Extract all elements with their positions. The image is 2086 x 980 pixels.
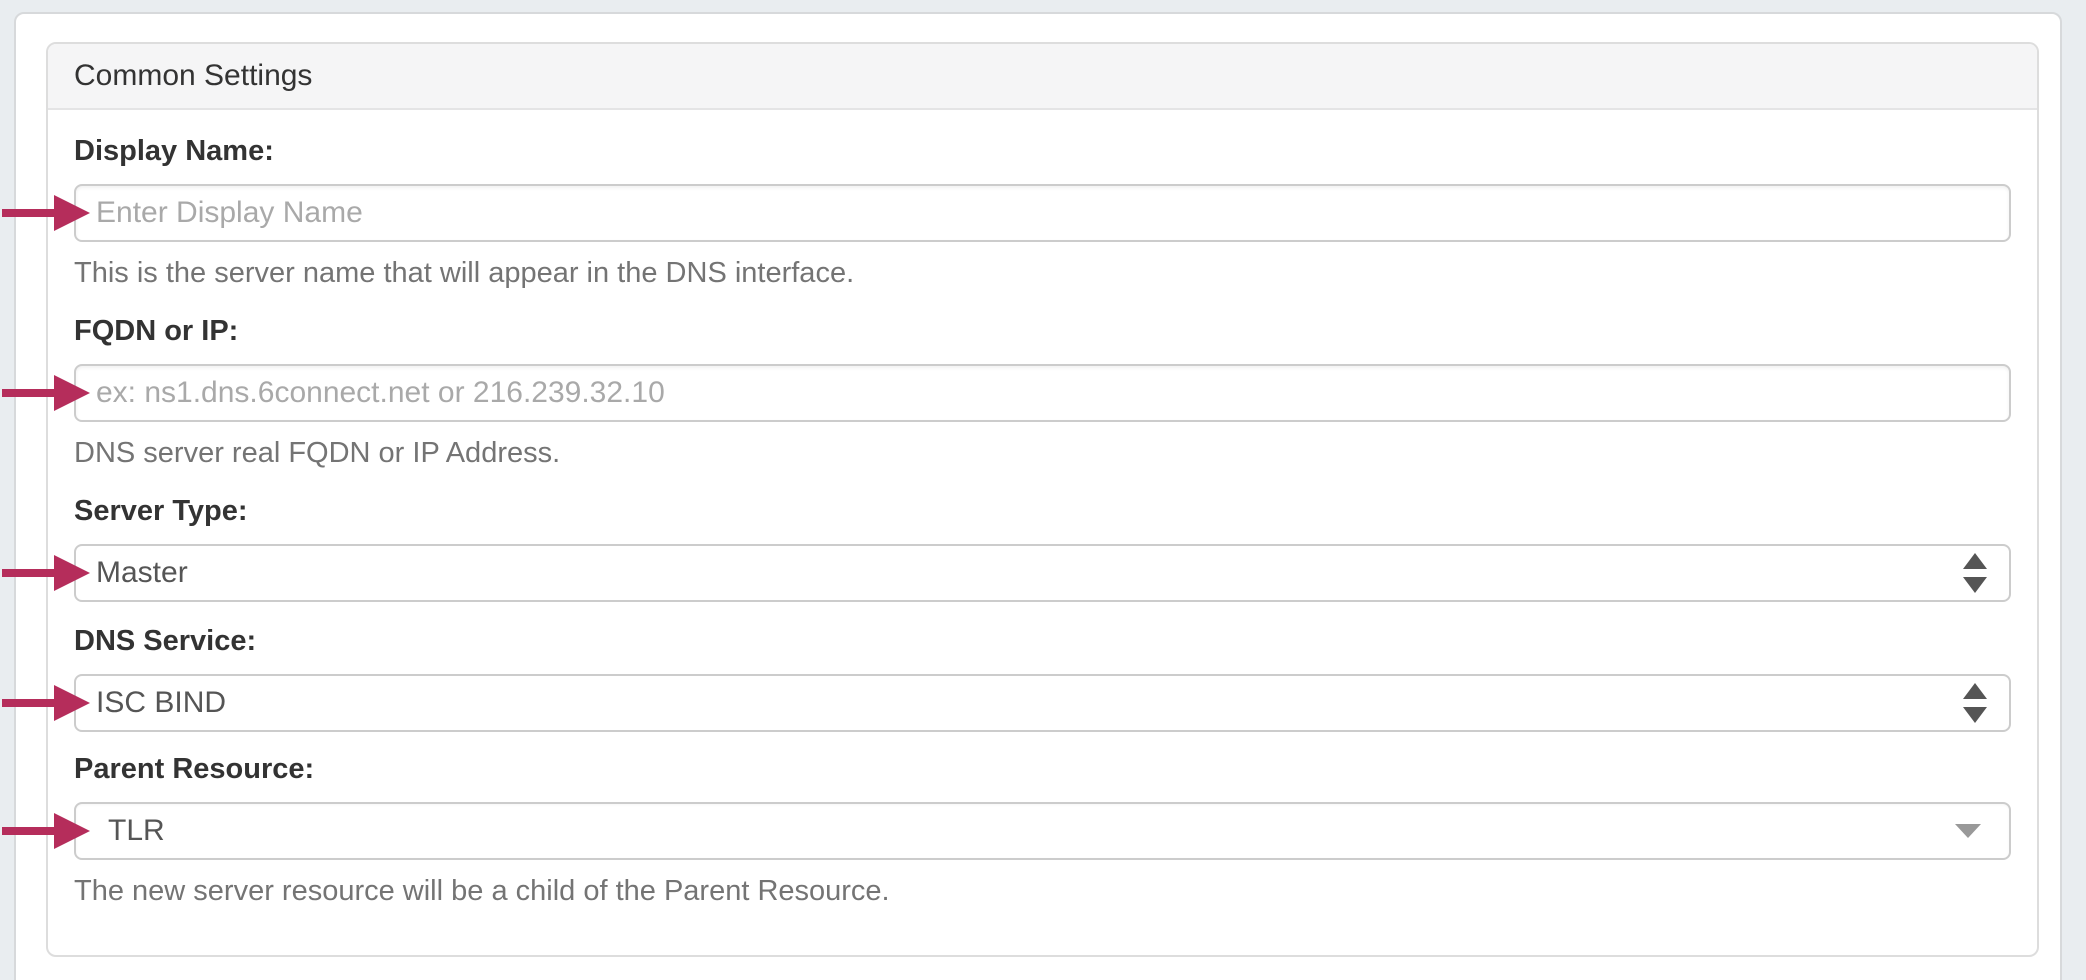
server-type-label: Server Type: <box>74 494 2011 528</box>
server-type-control-wrap: Master <box>74 544 2011 602</box>
panel-title: Common Settings <box>74 59 312 93</box>
display-name-label: Display Name: <box>74 134 2011 168</box>
display-name-help: This is the server name that will appear… <box>74 256 2011 290</box>
form-group-server-type: Server Type: Master <box>74 494 2011 602</box>
parent-resource-control-wrap: TLR <box>74 802 2011 860</box>
select-spinner-icon <box>1963 683 1987 723</box>
parent-resource-label: Parent Resource: <box>74 752 2011 786</box>
parent-resource-help: The new server resource will be a child … <box>74 874 2011 908</box>
dns-service-select[interactable]: ISC BIND <box>74 674 2011 732</box>
select-spinner-icon <box>1963 553 1987 593</box>
parent-resource-value: TLR <box>108 814 165 848</box>
fqdn-ip-help: DNS server real FQDN or IP Address. <box>74 436 2011 470</box>
fqdn-ip-control-wrap <box>74 364 2011 422</box>
page-background: Common Settings Display Name: This is th… <box>0 0 2086 980</box>
server-type-value: Master <box>96 556 188 590</box>
panel-header: Common Settings <box>48 44 2037 110</box>
dns-service-label: DNS Service: <box>74 624 2011 658</box>
chevron-down-icon <box>1955 824 1981 838</box>
common-settings-panel: Common Settings Display Name: This is th… <box>46 42 2039 957</box>
server-type-select[interactable]: Master <box>74 544 2011 602</box>
form-group-dns-service: DNS Service: ISC BIND <box>74 624 2011 732</box>
form-group-parent-resource: Parent Resource: TLR The <box>74 752 2011 908</box>
dns-service-control-wrap: ISC BIND <box>74 674 2011 732</box>
form-group-display-name: Display Name: This is the server name th… <box>74 134 2011 290</box>
parent-resource-dropdown[interactable]: TLR <box>74 802 2011 860</box>
panel-body: Display Name: This is the server name th… <box>48 110 2037 908</box>
fqdn-ip-input[interactable] <box>74 364 2011 422</box>
display-name-control-wrap <box>74 184 2011 242</box>
display-name-input[interactable] <box>74 184 2011 242</box>
form-group-fqdn-ip: FQDN or IP: DNS server real FQDN or IP A… <box>74 314 2011 470</box>
dns-service-value: ISC BIND <box>96 686 226 720</box>
content-card: Common Settings Display Name: This is th… <box>14 12 2062 980</box>
fqdn-ip-label: FQDN or IP: <box>74 314 2011 348</box>
